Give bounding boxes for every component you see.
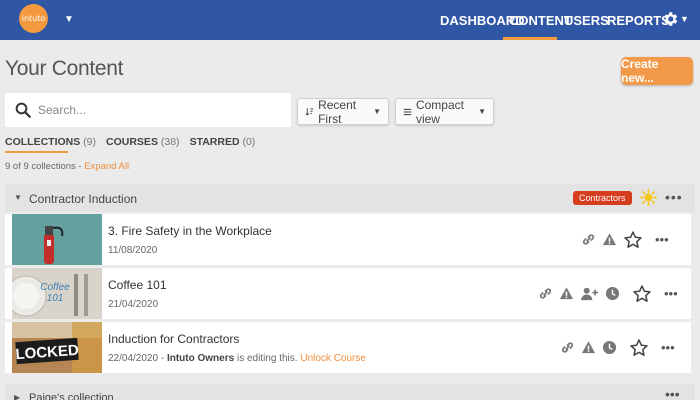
course-row[interactable]: Coffee 101 Coffee 101 21/04/2020 ••• xyxy=(5,268,691,319)
chevron-down-icon: ▼ xyxy=(478,107,486,116)
coffee-thumbnail-text: Coffee xyxy=(40,282,70,293)
course-editing-status: 22/04/2020 - Intuto Owners is editing th… xyxy=(108,353,366,364)
coffee-thumbnail-text: 101 xyxy=(47,293,64,304)
add-user-icon[interactable] xyxy=(580,286,599,301)
org-switcher-caret-icon[interactable]: ▼ xyxy=(64,14,74,25)
collapse-caret-icon[interactable]: ▼ xyxy=(14,193,22,202)
more-icon[interactable]: ••• xyxy=(664,286,678,301)
more-icon[interactable]: ••• xyxy=(655,232,669,247)
chevron-down-icon: ▼ xyxy=(373,107,381,116)
tab-courses[interactable]: COURSES (38) xyxy=(106,136,180,148)
sun-icon xyxy=(640,189,657,206)
search-input[interactable] xyxy=(38,93,278,127)
settings-gear-icon[interactable] xyxy=(661,10,679,28)
nav-active-indicator xyxy=(503,37,557,40)
course-date: 11/08/2020 xyxy=(108,245,158,256)
search-box xyxy=(5,93,291,127)
warning-icon[interactable] xyxy=(602,232,617,247)
nav-users[interactable]: USERS xyxy=(564,0,609,40)
tab-active-indicator xyxy=(5,151,68,153)
warning-icon[interactable] xyxy=(559,286,574,301)
expand-all-link[interactable]: Expand All xyxy=(84,161,129,172)
link-icon[interactable] xyxy=(538,286,553,301)
collection-more-icon[interactable]: ••• xyxy=(665,386,680,400)
collection-summary: 9 of 9 collections - Expand All xyxy=(5,161,130,172)
collection-title: Paige's collection xyxy=(29,392,114,400)
clock-icon[interactable] xyxy=(602,340,617,355)
list-view-icon xyxy=(403,108,412,115)
row-actions: ••• xyxy=(560,322,675,373)
content-tabs: COLLECTIONS (9) COURSES (38) STARRED (0) xyxy=(5,136,255,148)
more-icon[interactable]: ••• xyxy=(661,340,675,355)
settings-caret-icon[interactable]: ▼ xyxy=(680,14,689,24)
create-new-button[interactable]: Create new... xyxy=(621,57,693,85)
top-nav-bar: intuto ▼ DASHBOARD CONTENT USERS REPORTS… xyxy=(0,0,700,40)
page-title: Your Content xyxy=(5,57,124,80)
unlock-course-link[interactable]: Unlock Course xyxy=(300,353,366,364)
sort-icon xyxy=(305,107,314,116)
collection-header[interactable]: ▶ Paige's collection ••• xyxy=(5,384,695,400)
course-title[interactable]: Coffee 101 xyxy=(108,278,167,292)
locked-sign-thumbnail: LOCKED xyxy=(12,322,102,373)
star-icon[interactable] xyxy=(632,284,652,304)
row-actions: ••• xyxy=(581,214,669,265)
course-title[interactable]: Induction for Contractors xyxy=(108,332,239,346)
star-icon[interactable] xyxy=(629,338,649,358)
tab-collections[interactable]: COLLECTIONS (9) xyxy=(5,136,96,148)
link-icon[interactable] xyxy=(560,340,575,355)
sort-label: Recent First xyxy=(318,97,357,126)
intuto-logo[interactable]: intuto xyxy=(19,4,48,33)
course-row[interactable]: LOCKED Induction for Contractors 22/04/2… xyxy=(5,322,691,373)
clock-icon[interactable] xyxy=(605,286,620,301)
collection-header[interactable]: ▼ Contractor Induction Contractors ••• xyxy=(5,184,695,212)
collection-more-icon[interactable]: ••• xyxy=(665,189,683,205)
view-mode-label: Compact view xyxy=(415,97,464,126)
tab-starred[interactable]: STARRED (0) xyxy=(190,136,256,148)
search-icon xyxy=(15,102,31,118)
link-icon[interactable] xyxy=(581,232,596,247)
course-title[interactable]: 3. Fire Safety in the Workplace xyxy=(108,224,272,238)
fire-extinguisher-thumbnail xyxy=(12,214,102,265)
course-row[interactable]: 3. Fire Safety in the Workplace 11/08/20… xyxy=(5,214,691,265)
warning-icon[interactable] xyxy=(581,340,596,355)
course-date: 21/04/2020 xyxy=(108,299,159,310)
collection-tag-badge[interactable]: Contractors xyxy=(573,191,632,205)
row-actions: ••• xyxy=(538,268,678,319)
coffee-thumbnail: Coffee 101 xyxy=(12,268,102,319)
view-mode-dropdown[interactable]: Compact view ▼ xyxy=(395,97,494,126)
sort-dropdown[interactable]: Recent First ▼ xyxy=(297,97,389,126)
star-icon[interactable] xyxy=(623,230,643,250)
expand-caret-icon[interactable]: ▶ xyxy=(14,393,20,400)
nav-content[interactable]: CONTENT xyxy=(509,0,572,40)
collection-title: Contractor Induction xyxy=(29,192,138,206)
